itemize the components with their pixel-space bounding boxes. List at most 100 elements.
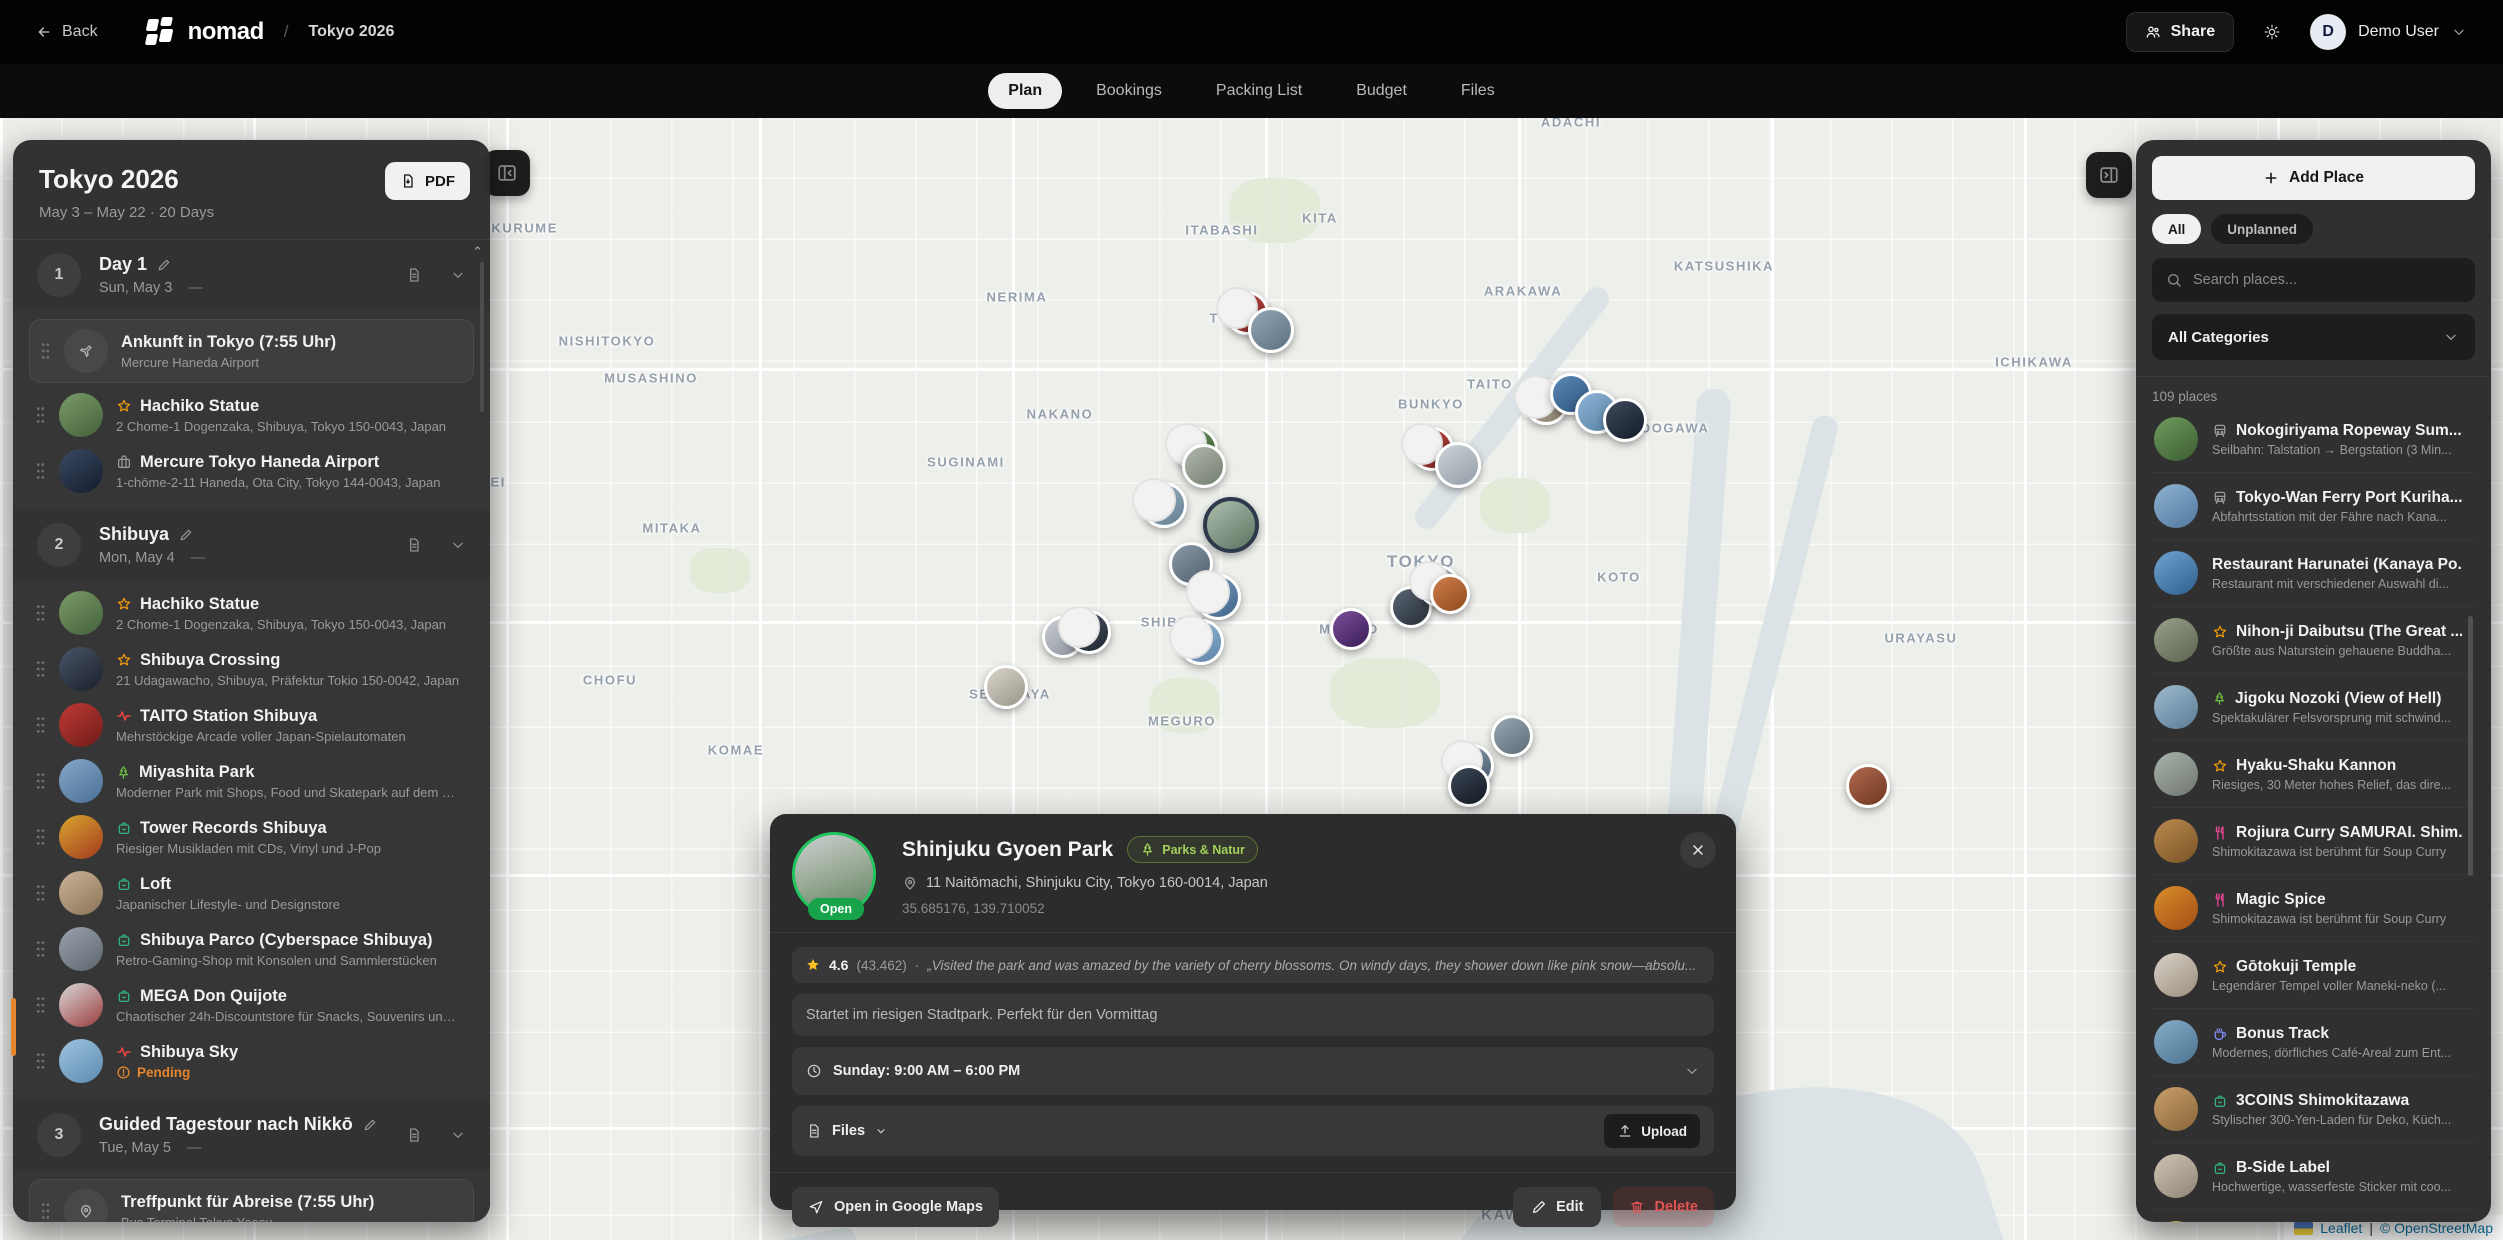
- app-logo[interactable]: nomad: [146, 17, 264, 47]
- filter-all[interactable]: All: [2152, 214, 2201, 244]
- map-marker[interactable]: [1195, 574, 1241, 620]
- drag-handle-icon[interactable]: [35, 883, 46, 903]
- place-list-item-b-side-label[interactable]: B-Side Label Hochwertige, wasserfeste St…: [2152, 1143, 2475, 1210]
- drag-handle-icon[interactable]: [35, 939, 46, 959]
- search-box[interactable]: [2152, 258, 2475, 302]
- itinerary-item-hachiko-statue[interactable]: Hachiko Statue 2 Chome-1 Dogenzaka, Shib…: [29, 388, 474, 442]
- navigation-icon: [808, 1199, 824, 1215]
- place-list-item-g-tokuji-temple[interactable]: Gōtokuji Temple Legendärer Tempel voller…: [2152, 942, 2475, 1009]
- place-list-item-jigoku-nozoki-view-of-hell[interactable]: Jigoku Nozoki (View of Hell) Spektakulär…: [2152, 674, 2475, 741]
- tab-budget[interactable]: Budget: [1336, 73, 1427, 109]
- itinerary-item-shibuya-sky[interactable]: Shibuya Sky Pending: [29, 1034, 474, 1088]
- itinerary-list[interactable]: ⌃ 1 Day 1 Sun, May 3— Ankunft in Tokyo (…: [13, 240, 490, 1222]
- map-marker[interactable]: [1435, 442, 1481, 488]
- place-list-item-magic-spice[interactable]: Magic Spice Shimokitazawa ist berühmt fü…: [2152, 875, 2475, 942]
- place-list-item-tokyo-wan-ferry-port-kuriha[interactable]: Tokyo-Wan Ferry Port Kuriha... Abfahrtss…: [2152, 473, 2475, 540]
- place-list-item-nihon-ji-daibutsu-the-great[interactable]: Nihon-ji Daibutsu (The Great ... Größte …: [2152, 607, 2475, 674]
- day-header-2[interactable]: 2 Shibuya Mon, May 4—: [13, 510, 490, 580]
- map-marker[interactable]: [1182, 444, 1226, 488]
- itinerary-item-hachiko-statue[interactable]: Hachiko Statue 2 Chome-1 Dogenzaka, Shib…: [29, 586, 474, 640]
- drag-handle-icon[interactable]: [35, 1051, 46, 1071]
- delete-button[interactable]: Delete: [1613, 1187, 1714, 1227]
- place-list-item-nokogiriyama-ropeway-sum[interactable]: Nokogiriyama Ropeway Sum... Seilbahn: Ta…: [2152, 406, 2475, 473]
- itinerary-item-mega-don-quijote[interactable]: MEGA Don Quijote Chaotischer 24h-Discoun…: [29, 978, 474, 1032]
- chevron-down-icon[interactable]: [450, 267, 466, 283]
- files-row[interactable]: Files Upload: [792, 1106, 1714, 1156]
- map-marker[interactable]: [1491, 715, 1533, 757]
- drag-handle-icon[interactable]: [35, 715, 46, 735]
- itinerary-item-miyashita-park[interactable]: Miyashita Park Moderner Park mit Shops, …: [29, 754, 474, 808]
- theme-toggle[interactable]: [2264, 24, 2280, 40]
- places-list[interactable]: Nokogiriyama Ropeway Sum... Seilbahn: Ta…: [2152, 406, 2475, 1222]
- map-marker[interactable]: [1330, 608, 1372, 650]
- tab-bookings[interactable]: Bookings: [1076, 73, 1182, 109]
- opening-hours-row[interactable]: Sunday: 9:00 AM – 6:00 PM: [792, 1047, 1714, 1095]
- day-header-3[interactable]: 3 Guided Tagestour nach Nikkō Tue, May 5…: [13, 1100, 490, 1170]
- edit-button[interactable]: Edit: [1513, 1187, 1601, 1227]
- drag-handle-icon[interactable]: [35, 461, 46, 481]
- itinerary-item-shibuya-crossing[interactable]: Shibuya Crossing 21 Udagawacho, Shibuya,…: [29, 642, 474, 696]
- chevron-down-icon[interactable]: [450, 537, 466, 553]
- place-list-item-restaurant-harunatei-kanaya-po[interactable]: Restaurant Harunatei (Kanaya Po... Resta…: [2152, 540, 2475, 607]
- osm-link[interactable]: © OpenStreetMap: [2380, 1220, 2493, 1236]
- add-place-button[interactable]: Add Place: [2152, 156, 2475, 200]
- place-list-item-village-vanguard[interactable]: Village Vanguard: [2152, 1210, 2475, 1222]
- filter-unplanned[interactable]: Unplanned: [2211, 214, 2313, 244]
- map-marker[interactable]: [1141, 482, 1187, 528]
- map-marker-selected[interactable]: [1203, 497, 1259, 553]
- collapse-right-panel-button[interactable]: [2086, 152, 2132, 198]
- day-notes-icon[interactable]: [406, 537, 422, 553]
- search-input[interactable]: [2193, 272, 2461, 288]
- map-marker[interactable]: [984, 665, 1028, 709]
- day-header-1[interactable]: 1 Day 1 Sun, May 3—: [13, 240, 490, 310]
- place-list-item-rojiura-curry-samurai-shim[interactable]: Rojiura Curry SAMURAI. Shim... Shimokita…: [2152, 808, 2475, 875]
- map-marker[interactable]: [1846, 764, 1890, 808]
- itinerary-item-mercure-tokyo-haneda-airport[interactable]: Mercure Tokyo Haneda Airport 1-chōme-2-1…: [29, 444, 474, 498]
- map-marker[interactable]: [1178, 619, 1224, 665]
- chevron-down-icon[interactable]: [450, 1127, 466, 1143]
- tab-plan[interactable]: Plan: [988, 73, 1062, 109]
- drag-handle-icon[interactable]: [40, 1201, 51, 1221]
- itinerary-item-shibuya-parco-cyberspace-shibuya[interactable]: Shibuya Parco (Cyberspace Shibuya) Retro…: [29, 922, 474, 976]
- review-summary[interactable]: 4.6 (43.462) · „Visited the park and was…: [792, 947, 1714, 983]
- map-marker[interactable]: [1448, 765, 1490, 807]
- collapse-left-panel-button[interactable]: [484, 150, 530, 196]
- drag-handle-icon[interactable]: [35, 771, 46, 791]
- itinerary-item-tower-records-shibuya[interactable]: Tower Records Shibuya Riesiger Musiklade…: [29, 810, 474, 864]
- day-notes-icon[interactable]: [406, 267, 422, 283]
- tab-packing-list[interactable]: Packing List: [1196, 73, 1322, 109]
- day-notes-icon[interactable]: [406, 1127, 422, 1143]
- itinerary-item-ankunft-in-tokyo-7-55-uhr[interactable]: Ankunft in Tokyo (7:55 Uhr) Mercure Hane…: [29, 319, 474, 383]
- place-list-item-3coins-shimokitazawa[interactable]: 3COINS Shimokitazawa Stylischer 300-Yen-…: [2152, 1076, 2475, 1143]
- itinerary-item-treffpunkt-f-r-abreise-7-55-uhr[interactable]: Treffpunkt für Abreise (7:55 Uhr) Bus Te…: [29, 1179, 474, 1222]
- map-marker[interactable]: [1248, 307, 1294, 353]
- map-marker[interactable]: [1430, 574, 1470, 614]
- leaflet-link[interactable]: Leaflet: [2320, 1220, 2362, 1236]
- drag-handle-icon[interactable]: [35, 405, 46, 425]
- drag-handle-icon[interactable]: [35, 827, 46, 847]
- export-pdf-button[interactable]: PDF: [385, 162, 470, 200]
- close-button[interactable]: [1680, 832, 1716, 868]
- map-marker[interactable]: [1067, 610, 1111, 654]
- drag-handle-icon[interactable]: [35, 603, 46, 623]
- place-list-item-hyaku-shaku-kannon[interactable]: Hyaku-Shaku Kannon Riesiges, 30 Meter ho…: [2152, 741, 2475, 808]
- scrollbar-thumb[interactable]: [2468, 616, 2473, 876]
- open-google-maps-button[interactable]: Open in Google Maps: [792, 1187, 999, 1227]
- category-dropdown[interactable]: All Categories: [2152, 314, 2475, 360]
- transit-icon: [2212, 490, 2228, 506]
- itinerary-item-taito-station-shibuya[interactable]: TAITO Station Shibuya Mehrstöckige Arcad…: [29, 698, 474, 752]
- drag-handle-icon[interactable]: [35, 995, 46, 1015]
- scrollbar-thumb[interactable]: [480, 262, 484, 412]
- drag-handle-icon[interactable]: [40, 341, 51, 361]
- scroll-up-arrow[interactable]: ⌃: [472, 244, 483, 260]
- upload-button[interactable]: Upload: [1604, 1114, 1700, 1148]
- back-button[interactable]: Back: [36, 23, 98, 41]
- account-menu[interactable]: D Demo User: [2310, 14, 2467, 50]
- drag-handle-icon[interactable]: [35, 659, 46, 679]
- tab-files[interactable]: Files: [1441, 73, 1515, 109]
- place-list-item-bonus-track[interactable]: Bonus Track Modernes, dörfliches Café-Ar…: [2152, 1009, 2475, 1076]
- share-button[interactable]: Share: [2126, 12, 2234, 52]
- map-marker[interactable]: [1603, 398, 1647, 442]
- note-input[interactable]: Startet im riesigen Stadtpark. Perfekt f…: [792, 994, 1714, 1036]
- itinerary-item-loft[interactable]: Loft Japanischer Lifestyle- und Designst…: [29, 866, 474, 920]
